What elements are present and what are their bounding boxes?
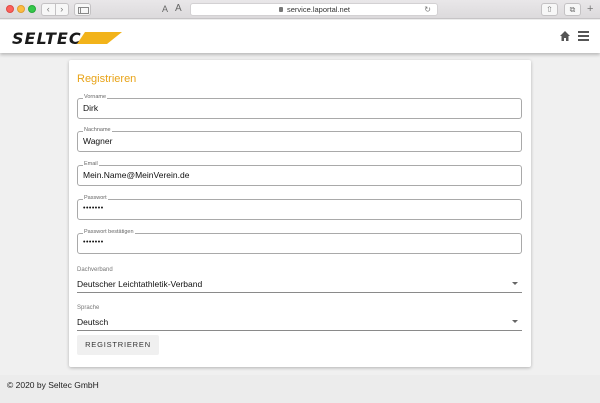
vorname-field[interactable]: Vorname Dirk [77,94,522,119]
password-confirm-label: Passwort bestätigen [83,229,135,236]
app-header: SELTEC [0,20,600,53]
copyright-text: © 2020 by Seltec GmbH [7,380,99,390]
email-label: Email [83,161,99,168]
logo-stripe-icon [76,32,122,44]
logo-text: SELTEC [12,28,82,48]
forward-icon[interactable]: › [56,4,69,15]
reload-icon[interactable]: ↻ [424,5,431,14]
footer: © 2020 by Seltec GmbH [0,375,600,403]
password-field[interactable]: Passwort ••••••• [77,195,522,220]
minimize-window-button[interactable] [17,5,25,13]
sidebar-toggle-icon[interactable] [74,3,91,16]
sprache-label: Sprache [77,305,100,311]
register-button[interactable]: REGISTRIEREN [77,335,159,355]
share-icon[interactable]: ⇧ [541,3,558,16]
home-icon[interactable] [559,30,571,42]
tab-overview-icon[interactable]: ⧉ [564,3,581,16]
chevron-down-icon[interactable] [512,320,518,323]
vorname-value[interactable]: Dirk [83,103,513,113]
sprache-select[interactable]: Sprache Deutsch [77,305,522,331]
registration-card: Registrieren Vorname Dirk Nachname Wagne… [69,60,531,367]
password-value[interactable]: ••••••• [83,205,513,212]
dachverband-label: Dachverband [77,267,113,273]
increase-font-button[interactable]: A [175,3,182,14]
lock-icon [279,7,283,12]
dachverband-select[interactable]: Dachverband Deutscher Leichtathletik-Ver… [77,267,522,293]
seltec-logo[interactable]: SELTEC [12,28,122,48]
page-title: Registrieren [77,73,137,85]
password-confirm-value[interactable]: ••••••• [83,239,513,246]
close-window-button[interactable] [6,5,14,13]
nachname-field[interactable]: Nachname Wagner [77,127,522,152]
email-field[interactable]: Email Mein.Name@MeinVerein.de [77,161,522,186]
address-url: service.laportal.net [287,5,350,14]
back-icon[interactable]: ‹ [42,4,56,15]
dachverband-value: Deutscher Leichtathletik-Verband [77,279,203,289]
sprache-value: Deutsch [77,317,109,327]
address-bar[interactable]: service.laportal.net ↻ [190,3,438,16]
new-tab-icon[interactable]: + [587,3,597,16]
nachname-label: Nachname [83,127,112,134]
maximize-window-button[interactable] [28,5,36,13]
email-value[interactable]: Mein.Name@MeinVerein.de [83,170,513,180]
hamburger-menu-icon[interactable] [578,31,589,41]
decrease-font-button[interactable]: A [162,4,168,14]
password-confirm-field[interactable]: Passwort bestätigen ••••••• [77,229,522,254]
password-label: Passwort [83,195,108,202]
chevron-down-icon[interactable] [512,282,518,285]
browser-toolbar: ‹ › A A service.laportal.net ↻ ⇧ ⧉ + [0,0,600,19]
history-nav: ‹ › [41,3,69,16]
nachname-value[interactable]: Wagner [83,136,513,146]
vorname-label: Vorname [83,94,108,101]
